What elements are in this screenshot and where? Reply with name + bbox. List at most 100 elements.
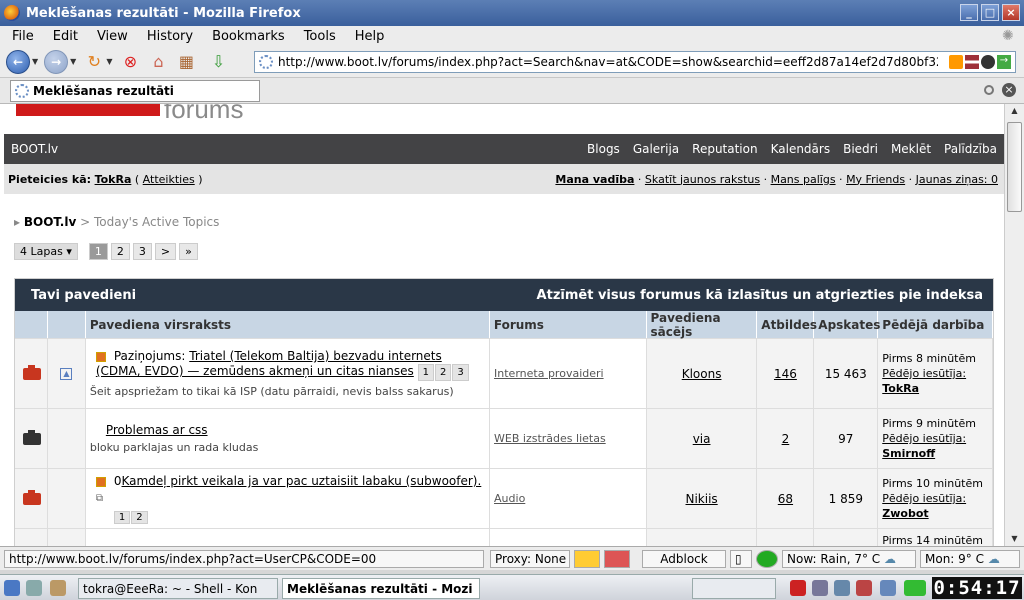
tab-active[interactable]: Meklēšanas rezultāti [10,80,260,102]
topic-page-3[interactable]: 3 [452,364,469,381]
starter-link[interactable]: Nikiis [686,492,718,506]
menu-help[interactable]: Help [343,29,392,44]
last-poster-link[interactable]: Smirnoff [882,446,935,461]
col-forum[interactable]: Forums [490,311,647,338]
reload-dropdown-icon[interactable]: ▼ [106,57,112,66]
clock[interactable]: 0:54:17 [932,577,1022,599]
last-post-label[interactable]: Pēdējo iesūtīja: [882,491,966,506]
col-starter[interactable]: Pavediena sācējs [647,311,758,339]
last-poster-link[interactable]: TokRa [882,381,919,396]
nav-gallery[interactable]: Galerija [633,142,679,156]
task-shell[interactable]: tokra@EeeRa: ~ - Shell - Kon [78,578,278,599]
nav-blogs[interactable]: Blogs [587,142,620,156]
vertical-scrollbar[interactable]: ▲ ▼ [1004,104,1024,546]
page-3[interactable]: 3 [132,243,152,260]
scroll-thumb[interactable] [1007,122,1022,212]
menu-view[interactable]: View [85,29,135,44]
scroll-down-icon[interactable]: ▼ [1007,532,1022,546]
col-views[interactable]: Apskates [814,311,880,338]
last-post-label[interactable]: Pēdējo iesūtīja: [882,431,966,446]
nav-members[interactable]: Biedri [843,142,878,156]
starter-link[interactable]: via [693,432,711,446]
forward-button[interactable]: → [44,49,69,74]
addon-icon[interactable] [574,550,600,568]
up-arrow-icon[interactable]: ▲ [60,367,73,380]
rss-icon[interactable] [949,55,963,69]
page-icon[interactable]: ▯ [730,550,752,568]
my-friends-link[interactable]: My Friends [846,173,905,186]
menu-edit[interactable]: Edit [41,29,85,44]
network-icon[interactable] [834,580,850,596]
page-2[interactable]: 2 [110,243,130,260]
page-1[interactable]: 1 [88,243,108,260]
signal-icon[interactable] [880,580,896,596]
battery-icon[interactable] [904,580,926,596]
my-assistant-link[interactable]: Mans palīgs [771,173,836,186]
download-icon[interactable]: ⇩ [208,52,228,72]
col-replies[interactable]: Atbildes [757,311,817,338]
copy-link-icon[interactable]: ⧉ [96,493,103,504]
green-status-icon[interactable] [756,550,778,568]
page-count-dropdown[interactable]: 4 Lapas ▾ [14,243,78,260]
forum-link[interactable]: Interneta provaideri [494,367,604,380]
addon-icon-2[interactable] [604,550,630,568]
nav-reputation[interactable]: Reputation [692,142,757,156]
replies-link[interactable]: 2 [782,432,790,446]
home-icon[interactable]: ⌂ [148,52,168,72]
forward-dropdown-icon[interactable]: ▼ [70,57,76,66]
flag-tray-icon[interactable] [790,580,806,596]
topic-page-2[interactable]: 2 [131,511,148,524]
minimize-button[interactable]: _ [960,4,978,21]
task-firefox[interactable]: Meklēšanas rezultāti - Mozi [282,578,480,599]
back-button[interactable]: ← [6,49,30,74]
last-poster-link[interactable]: Zwobot [882,506,928,521]
page-next[interactable]: > [154,243,177,260]
last-post-label[interactable]: Pēdējo iesūtīja: [882,366,966,381]
taskbar-input[interactable] [692,578,776,599]
quicklaunch-icon[interactable] [50,580,66,596]
address-bar[interactable]: http://www.boot.lv/forums/index.php?act=… [254,51,1016,73]
weather-now[interactable]: Now: Rain, 7° C ☁ [782,550,916,568]
nav-search[interactable]: Meklēt [891,142,931,156]
page-last[interactable]: » [179,243,198,260]
brand-link[interactable]: BOOT.lv [4,142,587,156]
forum-link[interactable]: WEB izstrādes lietas [494,432,606,445]
forum-link[interactable]: Audio [494,492,525,505]
site-logo[interactable] [16,104,160,116]
username-link[interactable]: TokRa [95,173,132,186]
replies-link[interactable]: 146 [774,367,797,381]
topic-page-1[interactable]: 1 [113,511,131,524]
adblock-button[interactable]: Adblock [642,550,726,568]
menu-tools[interactable]: Tools [292,29,343,44]
breadcrumb-root[interactable]: BOOT.lv [24,215,76,229]
col-topic-title[interactable]: Pavediena virsraksts [86,311,490,338]
topic-title-link[interactable]: Problemas ar css [106,423,208,437]
weather-monday[interactable]: Mon: 9° C ☁ [920,550,1020,568]
volume-icon[interactable] [812,580,828,596]
close-window-button[interactable]: × [1002,4,1020,21]
col-last-action[interactable]: Pēdējā darbība [878,311,994,338]
nav-help[interactable]: Palīdzība [944,142,997,156]
nav-calendar[interactable]: Kalendārs [771,142,831,156]
menu-bookmarks[interactable]: Bookmarks [200,29,292,44]
starter-link[interactable]: Kloons [682,367,722,381]
maximize-button[interactable]: □ [981,4,999,21]
back-dropdown-icon[interactable]: ▼ [32,57,38,66]
logout-link[interactable]: Atteikties [143,173,195,186]
close-tab-icon[interactable]: × [1002,83,1016,97]
new-posts-link[interactable]: Skatīt jaunos rakstus [645,173,760,186]
topic-page-1[interactable]: 1 [417,364,434,381]
replies-link[interactable]: 68 [778,492,793,506]
scroll-up-icon[interactable]: ▲ [1007,104,1022,118]
desktop-icon[interactable] [26,580,42,596]
menu-file[interactable]: File [0,29,41,44]
reload-icon[interactable]: ↻ [84,52,104,72]
proxy-status[interactable]: Proxy: None [490,550,570,568]
menu-history[interactable]: History [135,29,200,44]
kmenu-icon[interactable] [4,580,20,596]
bookmark-manager-icon[interactable]: ▦ [176,52,196,72]
new-messages-link[interactable]: Jaunas ziņas: 0 [916,173,998,186]
tab-list-icon[interactable] [984,85,994,95]
mark-all-read-link[interactable]: Atzīmēt visus forumus kā izlasītus un at… [537,288,983,303]
go-arrow-icon[interactable]: → [997,55,1011,69]
